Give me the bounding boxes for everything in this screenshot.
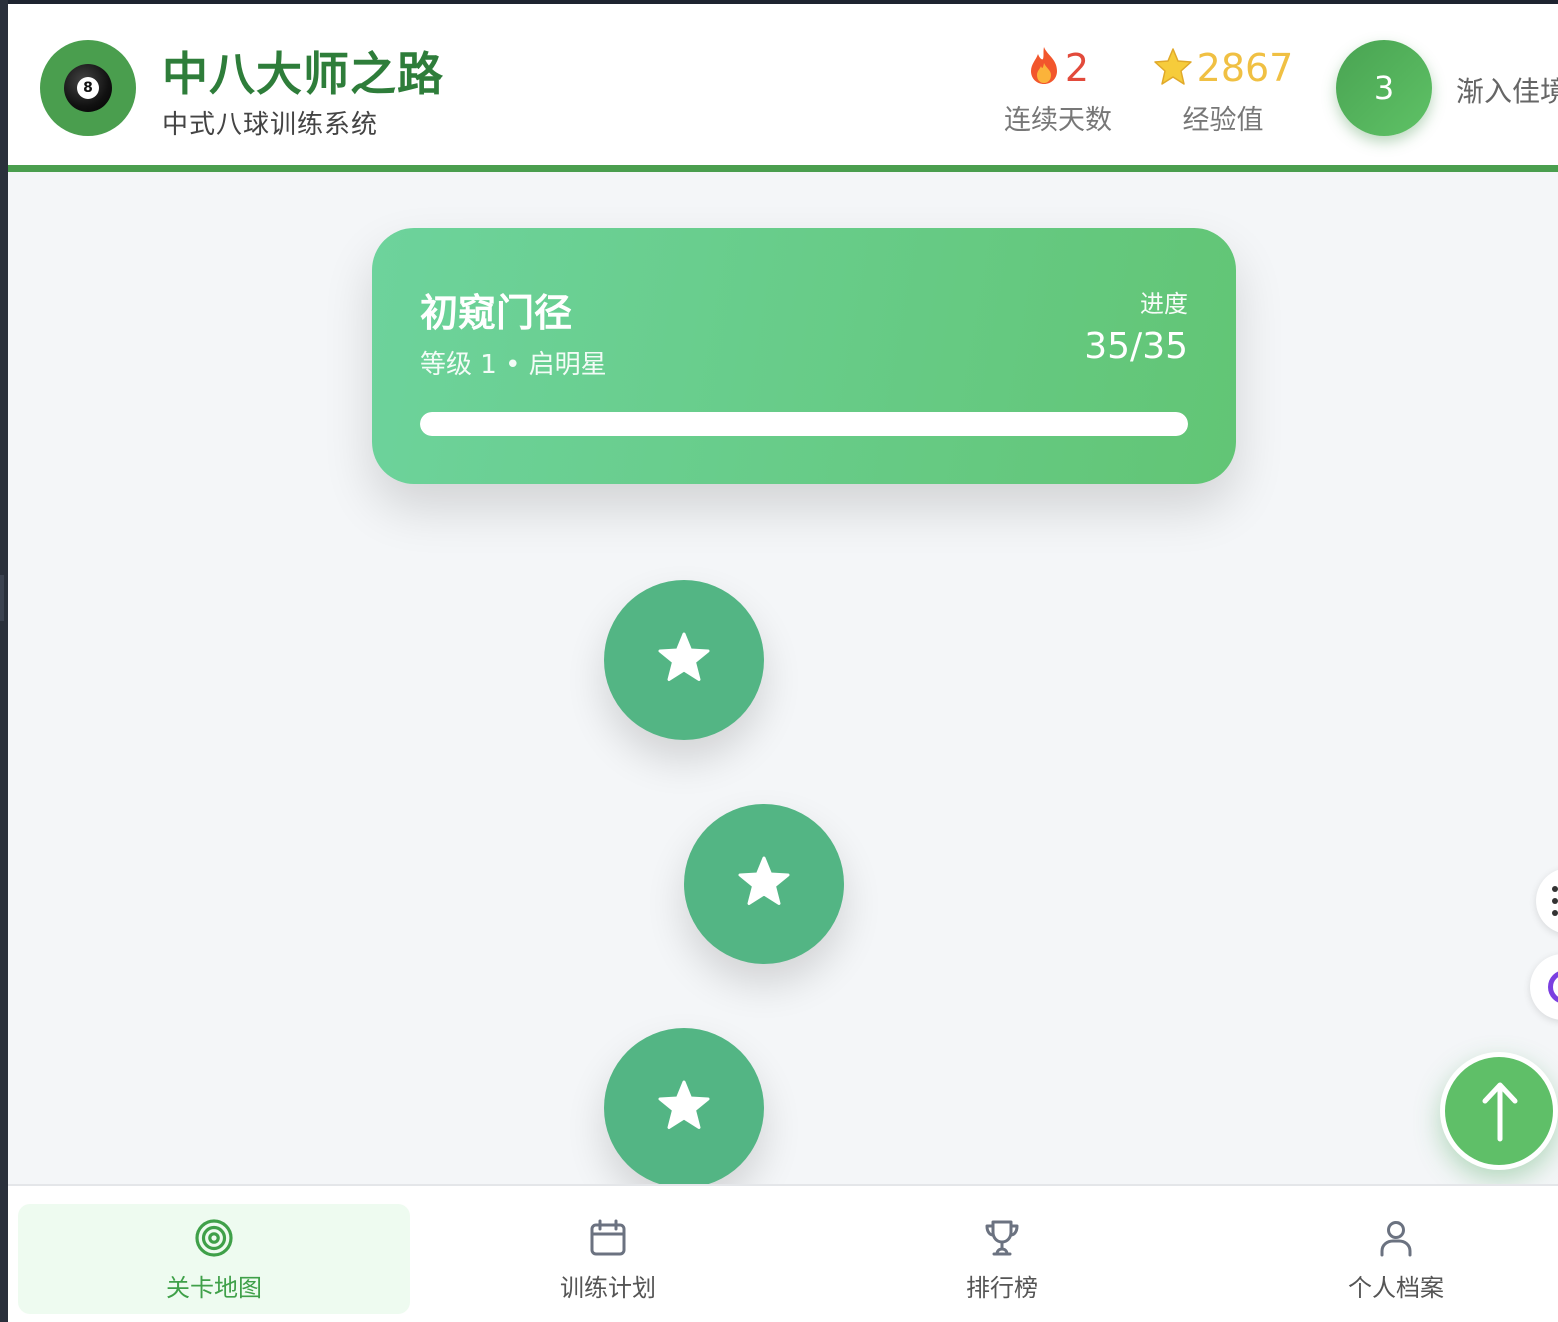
app-root: 8 中八大师之路 中式八球训练系统 2 连续天数 2867 经验值 3 渐入佳境… [8,4,1558,1322]
assistant-ring-icon [1548,970,1558,1004]
window-edge-handle [0,575,4,621]
xp-label: 经验值 [1182,105,1264,136]
nav-label-leaderboard: 排行榜 [966,1274,1038,1302]
xp-stat: 2867 经验值 [1148,44,1298,137]
level-progress-fill [420,412,1188,436]
more-options-button[interactable] [1536,868,1558,934]
level-node-2[interactable] [684,804,844,964]
app-subtitle: 中式八球训练系统 [162,110,379,140]
star-icon [658,1080,710,1129]
star-icon [738,856,790,905]
calendar-icon [588,1218,628,1262]
nav-item-training-plan[interactable]: 训练计划 [412,1204,804,1314]
trophy-icon [982,1218,1022,1262]
target-icon [194,1218,234,1262]
assistant-button[interactable] [1530,954,1558,1020]
bottom-nav: 关卡地图 训练计划 排行榜 个人档案 [8,1184,1558,1322]
eight-ball-icon: 8 [64,64,112,112]
app-logo[interactable]: 8 [40,40,136,136]
nav-item-level-map[interactable]: 关卡地图 [18,1204,410,1314]
fire-icon [1027,45,1061,96]
star-icon [1153,47,1193,96]
user-level-name: 渐入佳境 [1456,75,1558,108]
window-edge [0,0,8,1322]
arrow-up-icon [1482,1082,1518,1142]
xp-value: 2867 [1196,46,1294,90]
star-icon [658,632,710,681]
level-card-title: 初窥门径 [420,291,573,335]
nav-item-leaderboard[interactable]: 排行榜 [806,1204,1198,1314]
nav-item-profile[interactable]: 个人档案 [1200,1204,1558,1314]
streak-label: 连续天数 [1004,105,1112,136]
streak-value: 2 [1064,46,1090,90]
user-icon [1376,1218,1416,1262]
app-title: 中八大师之路 [162,47,444,101]
level-node-1[interactable] [604,580,764,740]
level-progress-bar [420,412,1188,436]
top-header: 8 中八大师之路 中式八球训练系统 2 连续天数 2867 经验值 3 渐入佳境 [8,4,1558,172]
level-card-progress-value: 35/35 [1084,326,1188,367]
level-node-3[interactable] [604,1028,764,1188]
level-card-progress-label: 进度 [1140,290,1188,318]
logo-ball-number: 8 [77,77,99,99]
nav-label-level-map: 关卡地图 [166,1274,262,1302]
user-level-badge[interactable]: 3 [1336,40,1432,136]
nav-label-training-plan: 训练计划 [560,1274,656,1302]
current-level-card[interactable]: 初窥门径 等级 1 • 启明星 进度 35/35 [372,228,1236,484]
level-card-subtitle: 等级 1 • 启明星 [420,350,607,380]
nav-label-profile: 个人档案 [1348,1274,1444,1302]
streak-stat: 2 连续天数 [998,44,1118,137]
scroll-to-top-button[interactable] [1440,1052,1558,1170]
more-dots-icon [1552,886,1558,916]
